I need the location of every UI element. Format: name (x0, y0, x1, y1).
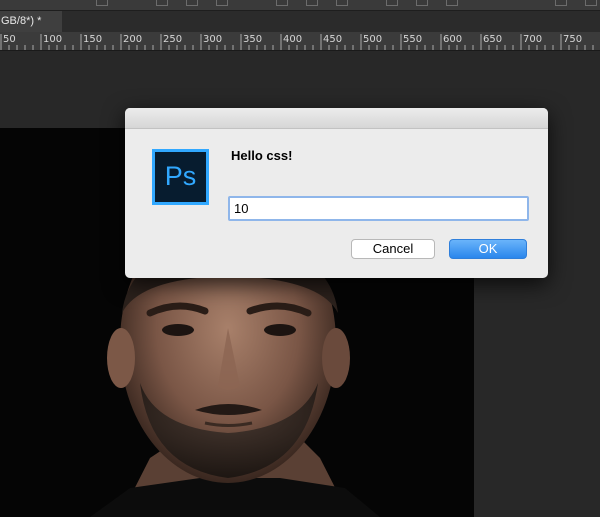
distribute-bottom-icon[interactable] (336, 0, 348, 6)
document-tab-title: GB/8*) * (1, 15, 42, 27)
align-center-icon[interactable] (186, 0, 198, 6)
ruler-label: 50 (3, 34, 16, 45)
ruler-label: 100 (43, 34, 63, 45)
ruler-label: 450 (323, 34, 343, 45)
ruler-label: 350 (243, 34, 263, 45)
distribute-right-icon[interactable] (446, 0, 458, 6)
distribute-middle-icon[interactable] (306, 0, 318, 6)
ruler-label: 150 (83, 34, 103, 45)
options-bar (0, 0, 600, 11)
ruler-label: 750 (563, 34, 583, 45)
ruler-label: 600 (443, 34, 463, 45)
prompt-message: Hello css! (231, 148, 293, 163)
ruler-label: 400 (283, 34, 303, 45)
horizontal-ruler[interactable]: 50 100 150 200 250 300 350 400 450 500 550 600 650 70… (0, 32, 600, 51)
ruler-label: 550 (403, 34, 423, 45)
ruler-label: 700 (523, 34, 543, 45)
prompt-dialog: Ps Hello css! Cancel OK (125, 108, 548, 278)
ruler-label: 250 (163, 34, 183, 45)
tab-strip (62, 11, 600, 32)
prompt-input[interactable] (228, 196, 529, 221)
cancel-button[interactable]: Cancel (351, 239, 435, 259)
3d-mode-icon[interactable] (555, 0, 567, 6)
document-tab[interactable]: GB/8*) * (0, 11, 62, 32)
tool-option-icon[interactable] (96, 0, 108, 6)
distribute-center-icon[interactable] (416, 0, 428, 6)
distribute-left-icon[interactable] (386, 0, 398, 6)
ok-button[interactable]: OK (449, 239, 527, 259)
ruler-label: 500 (363, 34, 383, 45)
distribute-top-icon[interactable] (276, 0, 288, 6)
ruler-label: 300 (203, 34, 223, 45)
ruler-label: 650 (483, 34, 503, 45)
app-icon-text: Ps (164, 161, 197, 191)
ruler-label: 200 (123, 34, 143, 45)
align-right-icon[interactable] (216, 0, 228, 6)
photoshop-app-icon: Ps (152, 149, 209, 205)
dialog-titlebar[interactable] (125, 108, 548, 129)
3d-orbit-icon[interactable] (585, 0, 597, 6)
align-left-icon[interactable] (156, 0, 168, 6)
